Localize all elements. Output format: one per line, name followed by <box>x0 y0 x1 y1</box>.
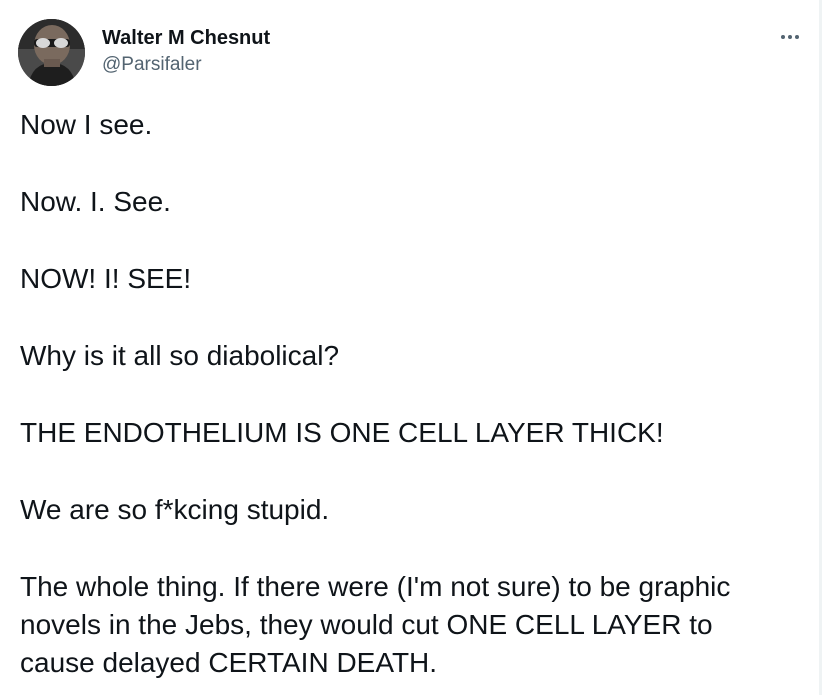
user-handle[interactable]: @Parsifaler <box>102 53 270 77</box>
tweet-header: Walter M Chesnut @Parsifaler <box>18 17 808 87</box>
user-names: Walter M Chesnut @Parsifaler <box>102 26 270 77</box>
tweet-text: Now I see. Now. I. See. NOW! I! SEE! Why… <box>20 106 780 682</box>
tweet-paragraph: We are so f*kcing stupid. <box>20 494 330 525</box>
avatar[interactable] <box>18 19 85 86</box>
more-options-icon <box>781 35 799 39</box>
tweet-paragraph: Now I see. <box>20 109 153 140</box>
tweet-paragraph: Now. I. See. <box>20 186 171 217</box>
more-options-button[interactable] <box>772 25 808 49</box>
tweet-paragraph: Why is it all so diabolical? <box>20 340 340 371</box>
tweet-paragraph: THE ENDOTHELIUM IS ONE CELL LAYER THICK! <box>20 417 664 448</box>
profile-photo-icon <box>18 19 85 86</box>
tweet-paragraph: The whole thing. If there were (I'm not … <box>20 571 731 678</box>
tweet-card: Walter M Chesnut @Parsifaler Now I see. … <box>0 0 819 695</box>
display-name[interactable]: Walter M Chesnut <box>102 26 270 50</box>
tweet-paragraph: NOW! I! SEE! <box>20 263 192 294</box>
